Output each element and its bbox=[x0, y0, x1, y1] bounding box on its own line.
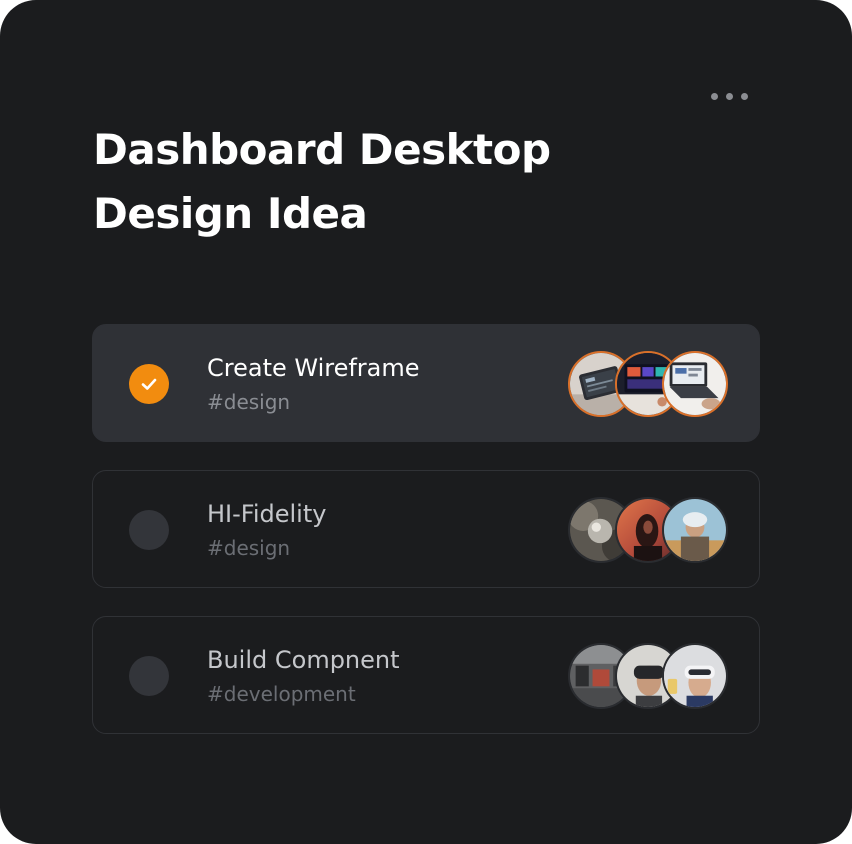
avatar-group bbox=[568, 497, 728, 563]
task-item-create-wireframe[interactable]: Create Wireframe #design bbox=[92, 324, 760, 442]
task-item-hi-fidelity[interactable]: HI-Fidelity #design bbox=[92, 470, 760, 588]
more-dot bbox=[740, 92, 748, 100]
avatar-group bbox=[568, 351, 728, 417]
avatar bbox=[662, 497, 728, 563]
task-item-build-compnent[interactable]: Build Compnent #development bbox=[92, 616, 760, 734]
avatar bbox=[662, 351, 728, 417]
avatar-group bbox=[568, 643, 728, 709]
task-tag: #design bbox=[207, 390, 291, 414]
task-checkbox[interactable] bbox=[129, 656, 169, 696]
card-title: Dashboard Desktop Design Idea bbox=[93, 125, 551, 238]
task-name: Create Wireframe bbox=[207, 354, 420, 382]
task-tag: #development bbox=[207, 682, 356, 706]
check-icon bbox=[141, 378, 157, 390]
more-dot bbox=[725, 92, 733, 100]
task-tag: #design bbox=[207, 536, 291, 560]
task-checkbox[interactable] bbox=[129, 510, 169, 550]
task-checkbox[interactable] bbox=[129, 364, 169, 404]
avatar bbox=[662, 643, 728, 709]
task-name: Build Compnent bbox=[207, 646, 400, 674]
task-name: HI-Fidelity bbox=[207, 500, 327, 528]
more-horizontal-icon bbox=[710, 92, 718, 100]
task-card: Dashboard Desktop Design Idea Create Wir… bbox=[0, 0, 852, 844]
more-options-button[interactable] bbox=[700, 82, 758, 110]
